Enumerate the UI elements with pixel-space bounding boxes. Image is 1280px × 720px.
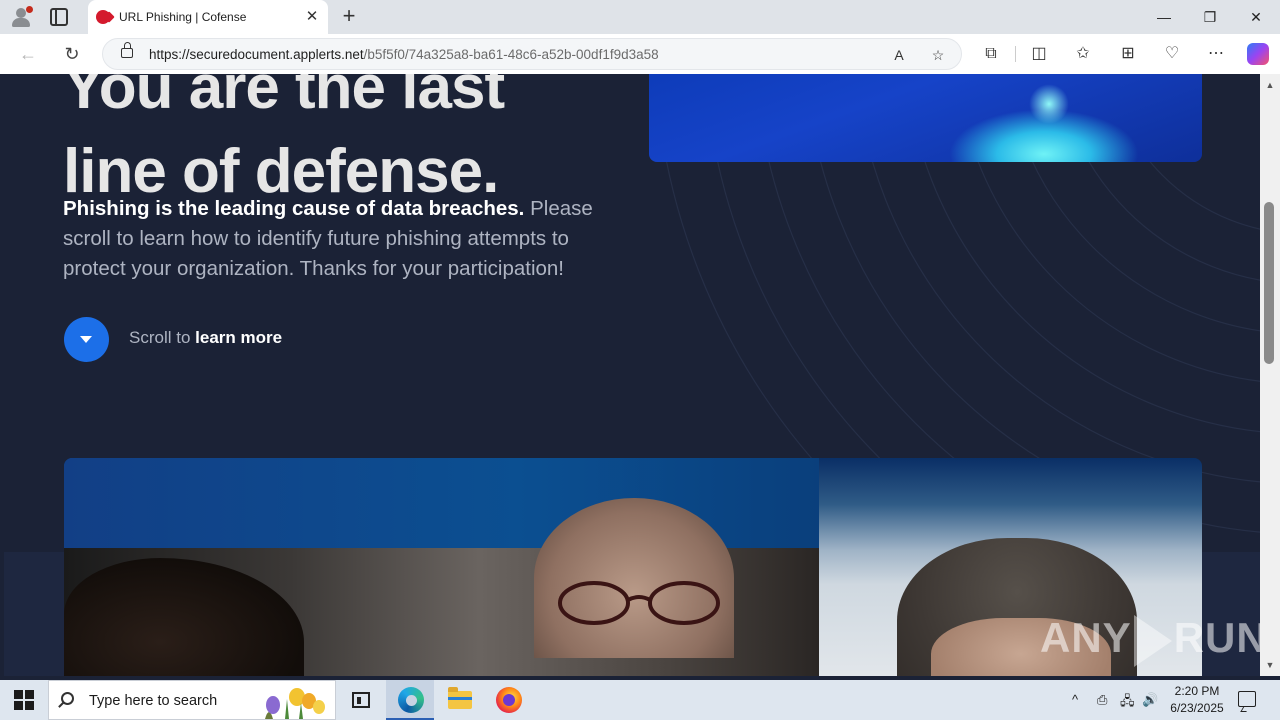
collections-icon[interactable]: ⊞ <box>1117 43 1139 65</box>
start-tile-3 <box>14 701 23 710</box>
browser-toolbar: ← ↻ https://securedocument.applerts.net/… <box>0 34 1280 74</box>
reload-icon[interactable]: ↻ <box>60 42 84 66</box>
more-icon[interactable]: ⋯ <box>1205 43 1227 65</box>
url-path: /b5f5f0/74a325a8-ba61-48c6-a52b-00df1f9d… <box>363 47 659 62</box>
search-highlight-flowers-icon <box>265 688 325 719</box>
profile-status-dot <box>26 6 33 13</box>
clock-time: 2:20 PM <box>1174 684 1220 698</box>
watermark-left: ANY <box>1040 614 1132 661</box>
browser-tab-strip: URL Phishing | Cofense ✕ + — ❐ ✕ <box>0 0 1280 34</box>
toolbar-separator <box>1015 46 1016 62</box>
back-icon[interactable]: ← <box>16 42 40 66</box>
browser-essentials-icon[interactable]: ♡ <box>1161 43 1183 65</box>
favorites-icon[interactable]: ✩ <box>1072 43 1094 65</box>
taskbar-firefox[interactable] <box>484 680 532 720</box>
profile-body <box>12 18 30 27</box>
start-windows-icon[interactable] <box>14 690 34 710</box>
address-bar[interactable]: https://securedocument.applerts.net/b5f5… <box>102 38 962 70</box>
profile-icon[interactable] <box>10 6 33 28</box>
restore-icon[interactable]: ❐ <box>1187 0 1233 34</box>
minimize-icon[interactable]: — <box>1141 0 1187 34</box>
taskbar-file-explorer[interactable] <box>436 680 484 720</box>
favorite-star-icon[interactable]: ☆ <box>927 44 949 66</box>
page-viewport: You are the last line of defense. Phishi… <box>4 74 1260 676</box>
clock-date: 6/23/2025 <box>1170 701 1224 715</box>
cofense-favicon-icon <box>96 10 110 24</box>
file-explorer-icon <box>448 687 472 709</box>
url-text[interactable]: https://securedocument.applerts.net/b5f5… <box>149 47 659 62</box>
tray-network-icon[interactable]: 🖧 <box>1120 692 1135 714</box>
photo-glasses <box>558 581 720 625</box>
start-tile-2 <box>25 690 34 699</box>
taskbar-search-box[interactable]: Type here to search <box>48 680 336 720</box>
tab-actions-icon[interactable] <box>50 8 68 26</box>
read-aloud-icon[interactable]: A <box>888 44 910 66</box>
notifications-icon[interactable] <box>1238 691 1256 707</box>
people-photo-card <box>64 458 1202 676</box>
search-icon <box>61 692 74 705</box>
tab-title: URL Phishing | Cofense <box>119 10 247 24</box>
copilot-icon[interactable] <box>1247 43 1269 65</box>
scroll-down-button[interactable] <box>64 317 109 362</box>
scroll-prefix: Scroll to <box>129 328 196 347</box>
intro-bold: Phishing is the leading cause of data br… <box>63 197 525 220</box>
tab-close-icon[interactable]: ✕ <box>302 7 322 27</box>
start-tile-4 <box>25 701 34 710</box>
taskbar-task-view[interactable] <box>336 680 384 720</box>
watermark-right: RUN <box>1173 614 1260 661</box>
tray-speaker-icon[interactable]: 🔊 <box>1142 692 1158 708</box>
firefox-icon <box>496 687 522 713</box>
site-info-lock-icon[interactable] <box>121 42 133 58</box>
scroll-bold: learn more <box>195 328 283 347</box>
window-close-icon[interactable]: ✕ <box>1233 0 1279 34</box>
watermark-play-icon <box>1133 614 1172 667</box>
hero-image <box>649 74 1202 162</box>
taskbar-clock[interactable]: 2:20 PM 6/23/2025 <box>1164 683 1230 717</box>
scroll-up-arrow-icon[interactable]: ▲ <box>1260 78 1280 92</box>
anyrun-watermark: ANY RUN <box>1040 614 1260 667</box>
page-scrollbar[interactable]: ▲ ▼ <box>1260 74 1280 676</box>
search-placeholder: Type here to search <box>89 693 218 709</box>
new-tab-icon[interactable]: + <box>337 4 361 28</box>
start-tile-1 <box>14 690 23 699</box>
task-view-icon <box>352 692 370 708</box>
hero-title: You are the last line of defense. <box>63 74 505 214</box>
hero-glow-highlight <box>1029 84 1069 124</box>
photo-left-panel <box>64 458 819 676</box>
tab-active[interactable]: URL Phishing | Cofense ✕ <box>88 0 328 34</box>
scroll-down-arrow-icon[interactable]: ▼ <box>1260 658 1280 672</box>
split-screen-icon[interactable]: ◫ <box>1028 43 1050 65</box>
scroll-link[interactable]: Scroll to learn more <box>129 328 282 348</box>
scrollbar-thumb[interactable] <box>1264 202 1274 364</box>
extensions-icon[interactable]: ⧉ <box>980 43 1002 65</box>
windows-taskbar: Type here to search ^ ⎙ 🖧 🔊 2:20 PM 6/23… <box>0 680 1280 720</box>
taskbar-edge[interactable] <box>386 680 434 720</box>
tray-chevron-icon[interactable]: ^ <box>1072 692 1078 707</box>
url-host: https://securedocument.applerts.net <box>149 47 364 62</box>
intro-paragraph: Phishing is the leading cause of data br… <box>63 194 613 284</box>
hero-title-line1: You are the last <box>63 74 505 122</box>
profile-head <box>16 8 26 18</box>
edge-icon <box>398 687 424 713</box>
tray-device-icon[interactable]: ⎙ <box>1097 692 1107 708</box>
